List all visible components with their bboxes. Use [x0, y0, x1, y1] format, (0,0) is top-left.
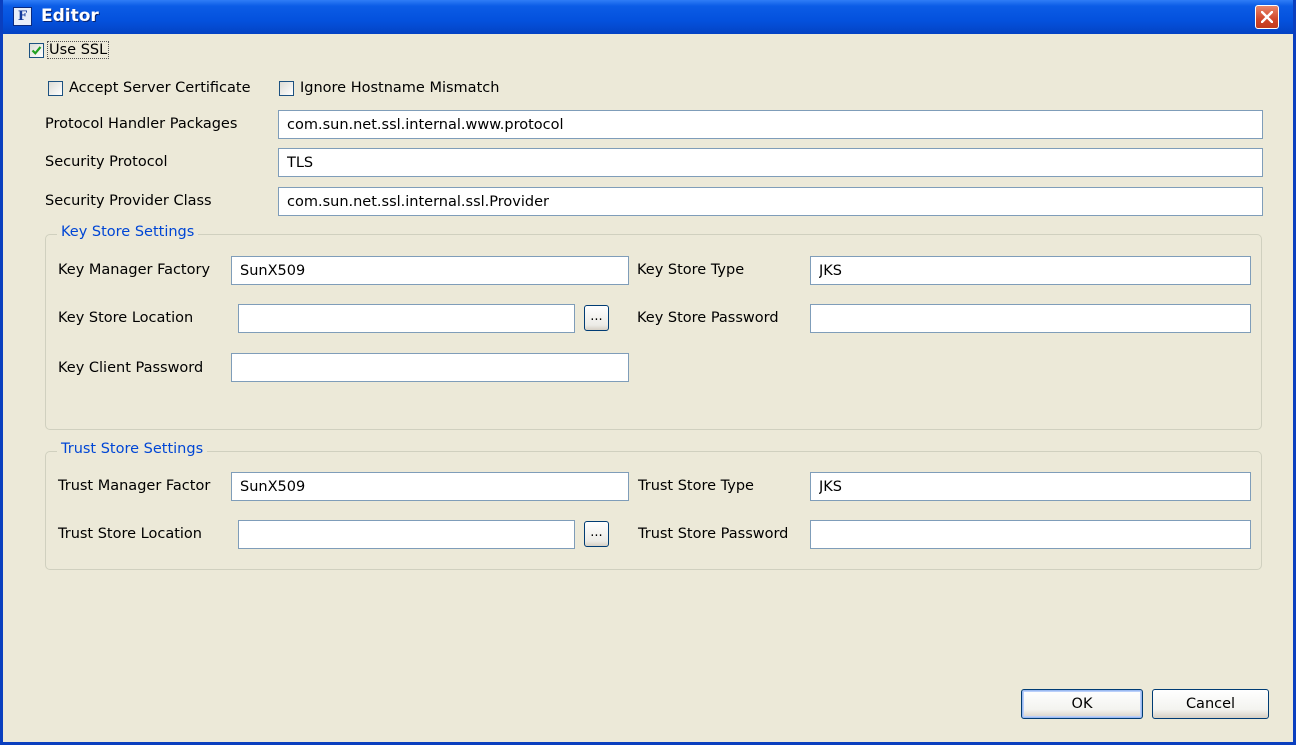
trust-store-location-browse-button[interactable]: ...	[584, 521, 609, 547]
key-client-password-label: Key Client Password	[58, 360, 204, 376]
protocol-handler-packages-label: Protocol Handler Packages	[45, 116, 238, 132]
key-store-location-input[interactable]	[238, 304, 575, 333]
trust-manager-factory-label: Trust Manager Factor	[58, 478, 211, 494]
key-manager-factory-label: Key Manager Factory	[58, 262, 211, 278]
key-store-password-input[interactable]	[810, 304, 1251, 333]
security-protocol-input[interactable]	[278, 148, 1263, 177]
protocol-handler-packages-input[interactable]	[278, 110, 1263, 139]
ignore-hostname-mismatch-label[interactable]: Ignore Hostname Mismatch	[300, 80, 499, 96]
security-provider-class-label: Security Provider Class	[45, 193, 212, 209]
trust-store-password-label: Trust Store Password	[638, 526, 789, 542]
checkmark-icon	[31, 46, 42, 55]
use-ssl-checkbox[interactable]	[29, 43, 44, 58]
trust-store-location-label: Trust Store Location	[58, 526, 202, 542]
trust-manager-factory-input[interactable]	[231, 472, 629, 501]
accept-server-certificate-label[interactable]: Accept Server Certificate	[69, 80, 251, 96]
key-store-location-browse-button[interactable]: ...	[584, 305, 609, 331]
window-title: Editor	[41, 6, 99, 26]
trust-store-settings-group	[45, 451, 1262, 570]
editor-window: F Editor Use SSL Accept Server Certifica…	[0, 0, 1296, 745]
trust-store-location-input[interactable]	[238, 520, 575, 549]
key-store-type-input[interactable]	[810, 256, 1251, 285]
key-client-password-input[interactable]	[231, 353, 629, 382]
key-store-type-label: Key Store Type	[637, 262, 745, 278]
trust-store-password-input[interactable]	[810, 520, 1251, 549]
title-bar[interactable]: F Editor	[3, 0, 1293, 34]
ignore-hostname-mismatch-checkbox[interactable]	[279, 81, 294, 96]
key-manager-factory-input[interactable]	[231, 256, 629, 285]
trust-store-type-label: Trust Store Type	[638, 478, 754, 494]
ok-button[interactable]: OK	[1021, 689, 1143, 719]
key-store-location-label: Key Store Location	[58, 310, 194, 326]
key-store-settings-title: Key Store Settings	[57, 224, 199, 240]
key-store-password-label: Key Store Password	[637, 310, 779, 326]
security-provider-class-input[interactable]	[278, 187, 1263, 216]
close-button[interactable]	[1255, 5, 1279, 29]
trust-store-settings-title: Trust Store Settings	[57, 441, 208, 457]
accept-server-certificate-checkbox[interactable]	[48, 81, 63, 96]
cancel-button[interactable]: Cancel	[1152, 689, 1269, 719]
security-protocol-label: Security Protocol	[45, 154, 168, 170]
app-icon: F	[13, 7, 32, 26]
close-icon	[1261, 11, 1273, 23]
trust-store-type-input[interactable]	[810, 472, 1251, 501]
use-ssl-label[interactable]: Use SSL	[46, 41, 110, 59]
